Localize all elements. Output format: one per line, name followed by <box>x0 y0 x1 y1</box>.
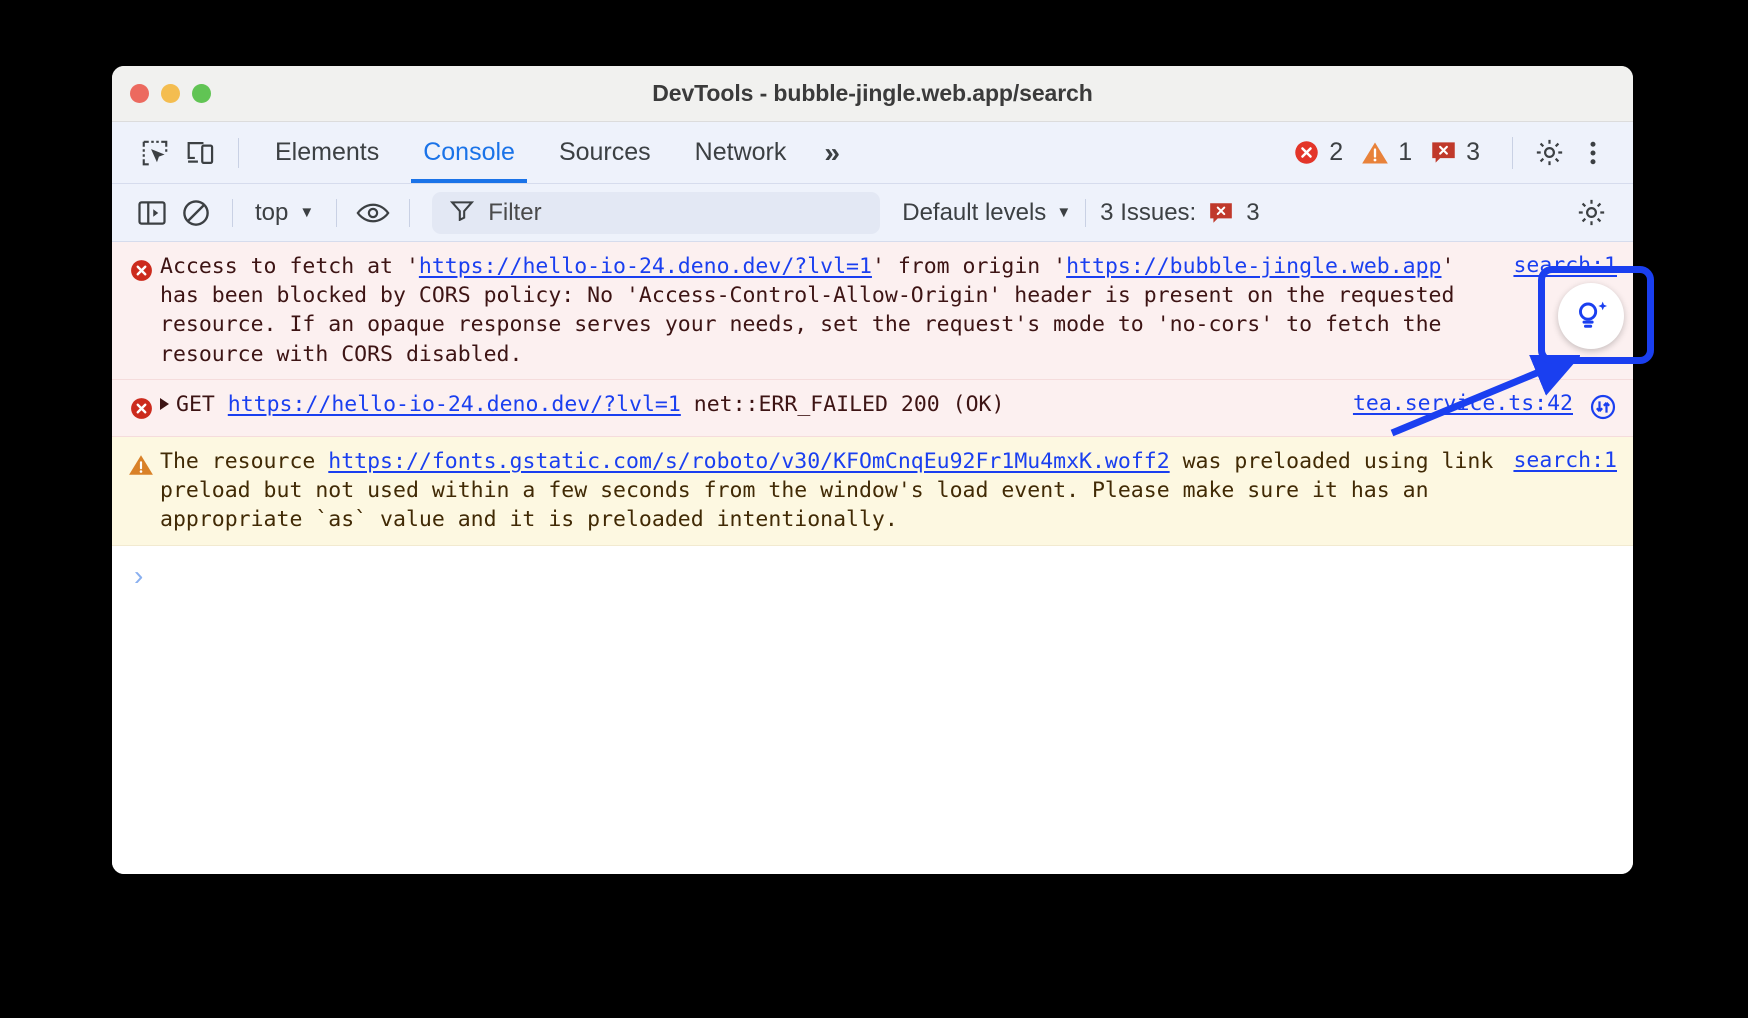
message-part: The resource <box>160 449 328 474</box>
filter-icon <box>450 199 474 226</box>
toolbar-divider <box>336 199 337 227</box>
tab-label: Network <box>695 138 787 167</box>
message-part: Access to fetch at ' <box>160 254 419 279</box>
window-title: DevTools - bubble-jingle.web.app/search <box>112 80 1633 107</box>
tab-network[interactable]: Network <box>673 122 809 183</box>
origin-url-link[interactable]: https://bubble-jingle.web.app <box>1066 254 1441 279</box>
issues-label: 3 Issues: <box>1100 199 1196 227</box>
console-message-list[interactable]: Access to fetch at 'https://hello-io-24.… <box>112 242 1633 874</box>
console-message-text: The resource https://fonts.gstatic.com/s… <box>156 447 1499 535</box>
console-sidebar-toggle-icon[interactable] <box>130 193 174 233</box>
error-count: 2 <box>1329 138 1343 167</box>
tab-label: Sources <box>559 138 651 167</box>
toolbar-divider <box>1085 199 1086 227</box>
filter-input-wrapper[interactable]: Filter <box>432 192 880 234</box>
message-part: GET <box>176 392 228 417</box>
warning-triangle-icon <box>126 447 156 535</box>
more-options-icon[interactable] <box>1571 131 1615 175</box>
expand-triangle-icon[interactable] <box>160 398 169 410</box>
tab-label: Console <box>423 138 515 167</box>
panel-tab-strip: Elements Console Sources Network » 2 <box>112 122 1633 184</box>
issues-counter[interactable]: 3 <box>1430 138 1480 167</box>
live-expression-eye-icon[interactable] <box>351 193 395 233</box>
console-message-row[interactable]: The resource https://fonts.gstatic.com/s… <box>112 437 1633 546</box>
tab-console[interactable]: Console <box>401 122 537 183</box>
issue-count: 3 <box>1466 138 1480 167</box>
chevron-down-icon: ▼ <box>1056 205 1071 220</box>
inspect-element-icon[interactable] <box>132 133 178 173</box>
tab-sources[interactable]: Sources <box>537 122 673 183</box>
error-counter[interactable]: 2 <box>1293 138 1343 167</box>
error-circle-icon <box>126 390 156 426</box>
settings-gear-icon[interactable] <box>1527 131 1571 175</box>
resource-url-link[interactable]: https://fonts.gstatic.com/s/roboto/v30/K… <box>328 449 1169 474</box>
console-toolbar-right <box>1569 193 1613 233</box>
devtools-window: DevTools - bubble-jingle.web.app/search … <box>112 66 1633 874</box>
log-level-value: Default levels <box>902 199 1046 227</box>
message-part: net::ERR_FAILED 200 (OK) <box>681 392 1005 417</box>
source-location-link[interactable]: search:1 <box>1499 448 1617 473</box>
issue-badge-icon <box>1430 140 1457 165</box>
execution-context-selector[interactable]: top ▼ <box>247 199 322 227</box>
ask-ai-button[interactable] <box>1558 283 1624 349</box>
annotation-arrow <box>1380 355 1580 445</box>
error-circle-icon <box>1293 139 1320 166</box>
warning-triangle-icon <box>1361 140 1389 166</box>
console-message-text: GET https://hello-io-24.deno.dev/?lvl=1 … <box>156 390 1339 426</box>
prompt-chevron-icon: › <box>134 562 143 590</box>
toolbar-divider <box>232 199 233 227</box>
issues-count: 3 <box>1246 199 1259 227</box>
chevron-down-icon: ▼ <box>299 205 314 220</box>
toolbar-divider <box>409 199 410 227</box>
ai-lightbulb-icon <box>1572 297 1610 335</box>
toolbar-divider <box>1512 137 1513 169</box>
network-request-icon[interactable] <box>1589 391 1617 426</box>
tab-list: Elements Console Sources Network » <box>253 122 856 183</box>
filter-placeholder: Filter <box>488 199 541 227</box>
tab-elements[interactable]: Elements <box>253 122 401 183</box>
clear-console-icon[interactable] <box>174 193 218 233</box>
message-source-column: search:1 <box>1499 447 1617 535</box>
request-url-link[interactable]: https://hello-io-24.deno.dev/?lvl=1 <box>419 254 872 279</box>
issues-summary[interactable]: 3 Issues: 3 <box>1100 199 1259 227</box>
console-settings-gear-icon[interactable] <box>1569 193 1613 233</box>
request-url-link[interactable]: https://hello-io-24.deno.dev/?lvl=1 <box>228 392 681 417</box>
console-toolbar: top ▼ Filter Default levels ▼ 3 I <box>112 184 1633 242</box>
toolbar-divider <box>238 138 239 168</box>
error-circle-icon <box>126 252 156 369</box>
tab-strip-right-controls: 2 1 3 <box>1293 131 1615 175</box>
title-bar: DevTools - bubble-jingle.web.app/search <box>112 66 1633 122</box>
console-prompt[interactable]: › <box>112 546 1633 600</box>
source-location-link[interactable]: search:1 <box>1499 253 1617 278</box>
warning-count: 1 <box>1398 138 1412 167</box>
warning-counter[interactable]: 1 <box>1361 138 1412 167</box>
issue-badge-icon <box>1208 201 1234 225</box>
message-part: ' from origin ' <box>872 254 1066 279</box>
tab-label: Elements <box>275 138 379 167</box>
more-tabs-icon[interactable]: » <box>808 137 856 169</box>
execution-context-value: top <box>255 199 288 227</box>
console-message-text: Access to fetch at 'https://hello-io-24.… <box>156 252 1499 369</box>
device-toolbar-icon[interactable] <box>178 133 224 173</box>
log-level-selector[interactable]: Default levels ▼ <box>902 199 1071 227</box>
